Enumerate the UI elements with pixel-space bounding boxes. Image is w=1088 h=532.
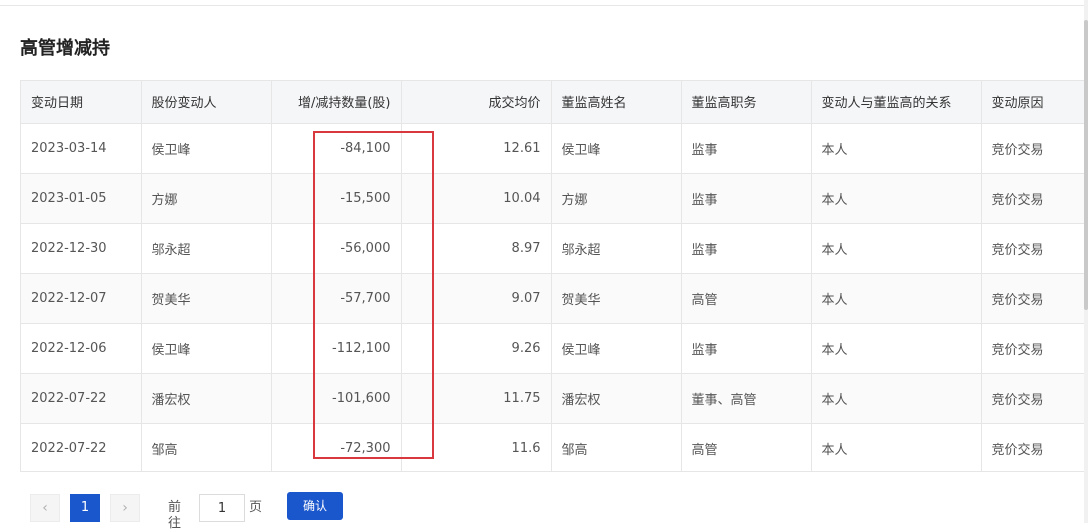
cell-relationship: 本人 <box>811 323 982 374</box>
cell-holder: 邹高 <box>141 423 272 471</box>
cell-executive-name: 邬永超 <box>551 223 682 274</box>
cell-reason: 竞价交易 <box>981 173 1084 224</box>
cell-relationship: 本人 <box>811 223 982 274</box>
cell-executive-position: 监事 <box>681 323 812 374</box>
cell-change-date: 2022-07-22 <box>21 423 142 471</box>
cell-change-date: 2023-03-14 <box>21 123 142 174</box>
cell-holder: 邬永超 <box>141 223 272 274</box>
table-row: 2022-07-22 邹高 -72,300 11.6 邹高 高管 本人 竞价交易 <box>21 423 1084 471</box>
cell-holder: 侯卫峰 <box>141 323 272 374</box>
cell-executive-position: 董事、高管 <box>681 373 812 424</box>
cell-executive-name: 侯卫峰 <box>551 123 682 174</box>
cell-executive-position: 高管 <box>681 273 812 324</box>
chevron-left-icon: ‹ <box>42 500 48 516</box>
cell-quantity: -84,100 <box>271 123 402 174</box>
page-unit-label: 页 <box>249 500 263 515</box>
cell-quantity: -112,100 <box>271 323 402 374</box>
top-divider <box>0 5 1084 6</box>
scrollbar-thumb[interactable] <box>1084 20 1088 310</box>
cell-executive-name: 贺美华 <box>551 273 682 324</box>
goto-page-input[interactable] <box>199 494 245 522</box>
cell-executive-name: 方娜 <box>551 173 682 224</box>
cell-quantity: -72,300 <box>271 423 402 471</box>
next-page-button[interactable]: › <box>110 494 140 522</box>
cell-quantity: -15,500 <box>271 173 402 224</box>
cell-quantity: -57,700 <box>271 273 402 324</box>
cell-avg-price: 12.61 <box>401 123 552 174</box>
cell-relationship: 本人 <box>811 423 982 471</box>
cell-relationship: 本人 <box>811 273 982 324</box>
cell-relationship: 本人 <box>811 123 982 174</box>
cell-change-date: 2023-01-05 <box>21 173 142 224</box>
col-header-executive-position: 董监高职务 <box>681 81 812 124</box>
insider-trading-table: 变动日期 股份变动人 增/减持数量(股) 成交均价 董监高姓名 董监高职务 变动… <box>20 80 1084 472</box>
col-header-executive-name: 董监高姓名 <box>551 81 682 124</box>
cell-executive-name: 侯卫峰 <box>551 323 682 374</box>
cell-avg-price: 9.26 <box>401 323 552 374</box>
cell-holder: 贺美华 <box>141 273 272 324</box>
cell-holder: 侯卫峰 <box>141 123 272 174</box>
cell-reason: 竞价交易 <box>981 373 1084 424</box>
cell-avg-price: 8.97 <box>401 223 552 274</box>
cell-change-date: 2022-12-30 <box>21 223 142 274</box>
col-header-avg-price: 成交均价 <box>401 81 552 124</box>
table-header-row: 变动日期 股份变动人 增/减持数量(股) 成交均价 董监高姓名 董监高职务 变动… <box>21 81 1084 124</box>
cell-avg-price: 10.04 <box>401 173 552 224</box>
cell-change-date: 2022-07-22 <box>21 373 142 424</box>
cell-quantity: -101,600 <box>271 373 402 424</box>
cell-reason: 竞价交易 <box>981 273 1084 324</box>
cell-reason: 竞价交易 <box>981 123 1084 174</box>
cell-avg-price: 9.07 <box>401 273 552 324</box>
page-number-current[interactable]: 1 <box>70 494 100 522</box>
col-header-change-date: 变动日期 <box>21 81 142 124</box>
cell-reason: 竞价交易 <box>981 323 1084 374</box>
table-row: 2022-07-22 潘宏权 -101,600 11.75 潘宏权 董事、高管 … <box>21 373 1084 424</box>
cell-executive-position: 监事 <box>681 173 812 224</box>
cell-relationship: 本人 <box>811 173 982 224</box>
chevron-right-icon: › <box>122 500 128 516</box>
cell-reason: 竞价交易 <box>981 423 1084 471</box>
cell-executive-name: 潘宏权 <box>551 373 682 424</box>
table-row: 2022-12-06 侯卫峰 -112,100 9.26 侯卫峰 监事 本人 竞… <box>21 323 1084 374</box>
col-header-reason: 变动原因 <box>981 81 1084 124</box>
cell-executive-position: 监事 <box>681 123 812 174</box>
cell-executive-position: 监事 <box>681 223 812 274</box>
cell-quantity: -56,000 <box>271 223 402 274</box>
cell-change-date: 2022-12-07 <box>21 273 142 324</box>
col-header-relationship: 变动人与董监高的关系 <box>811 81 982 124</box>
cell-executive-position: 高管 <box>681 423 812 471</box>
cell-avg-price: 11.6 <box>401 423 552 471</box>
cell-holder: 方娜 <box>141 173 272 224</box>
table-row: 2022-12-07 贺美华 -57,700 9.07 贺美华 高管 本人 竞价… <box>21 273 1084 324</box>
cell-holder: 潘宏权 <box>141 373 272 424</box>
goto-label: 前往 <box>168 500 182 531</box>
col-header-holder: 股份变动人 <box>141 81 272 124</box>
col-header-quantity: 增/减持数量(股) <box>271 81 402 124</box>
table-row: 2023-03-14 侯卫峰 -84,100 12.61 侯卫峰 监事 本人 竞… <box>21 123 1084 174</box>
cell-avg-price: 11.75 <box>401 373 552 424</box>
cell-executive-name: 邹高 <box>551 423 682 471</box>
table-row: 2022-12-30 邬永超 -56,000 8.97 邬永超 监事 本人 竞价… <box>21 223 1084 274</box>
page-scrollbar[interactable] <box>1084 0 1088 523</box>
section-title: 高管增减持 <box>20 38 110 59</box>
table-row: 2023-01-05 方娜 -15,500 10.04 方娜 监事 本人 竞价交… <box>21 173 1084 224</box>
prev-page-button[interactable]: ‹ <box>30 494 60 522</box>
cell-reason: 竞价交易 <box>981 223 1084 274</box>
confirm-button[interactable]: 确认 <box>287 492 343 520</box>
cell-change-date: 2022-12-06 <box>21 323 142 374</box>
cell-relationship: 本人 <box>811 373 982 424</box>
